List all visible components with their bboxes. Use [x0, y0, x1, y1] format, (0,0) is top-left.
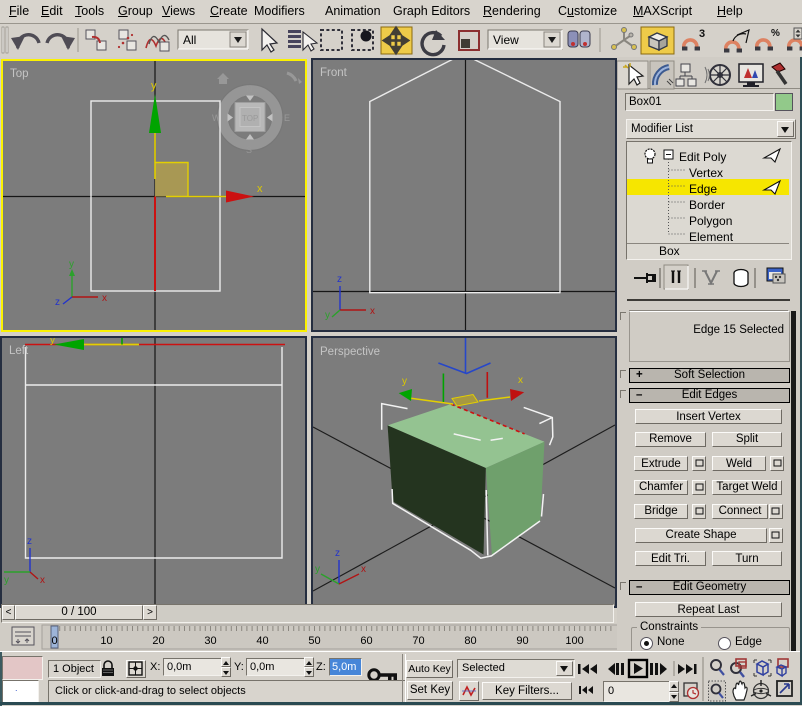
svg-text:S: S [246, 145, 252, 155]
svg-text:E: E [284, 113, 290, 123]
svg-text:0: 0 [52, 635, 58, 647]
svg-text:z: z [335, 548, 340, 559]
svg-text:100: 100 [565, 635, 583, 647]
svg-text:Front: Front [320, 67, 348, 79]
svg-text:y: y [4, 575, 9, 586]
svg-text:Edge: Edge [689, 182, 717, 196]
svg-text:y: y [69, 259, 74, 270]
svg-text:3: 3 [699, 28, 705, 40]
svg-text:All: All [183, 33, 196, 47]
svg-text:y: y [50, 338, 55, 346]
svg-text:Perspective: Perspective [320, 346, 380, 358]
svg-text:y: y [325, 310, 330, 321]
svg-text:y: y [315, 564, 320, 575]
svg-text:Edit Poly: Edit Poly [679, 150, 726, 164]
svg-text:20: 20 [152, 635, 164, 647]
svg-text:y: y [402, 376, 407, 387]
svg-text:30: 30 [204, 635, 216, 647]
svg-text:y: y [151, 80, 157, 92]
svg-text:Element: Element [689, 230, 734, 244]
svg-text:x: x [40, 575, 45, 586]
svg-text:x: x [518, 375, 523, 386]
svg-text:N: N [246, 84, 253, 94]
svg-text:x: x [370, 306, 375, 317]
svg-text:90: 90 [516, 635, 528, 647]
svg-text:Box: Box [659, 244, 680, 257]
svg-text:TOP: TOP [242, 114, 258, 123]
svg-text:Polygon: Polygon [689, 214, 732, 228]
svg-text:Vertex: Vertex [689, 166, 723, 180]
svg-text:40: 40 [256, 635, 268, 647]
svg-text:x: x [257, 183, 263, 195]
svg-text:Border: Border [689, 198, 725, 212]
svg-text:50: 50 [308, 635, 320, 647]
svg-text:z: z [337, 274, 342, 285]
svg-text:60: 60 [360, 635, 372, 647]
svg-text:10: 10 [100, 635, 112, 647]
svg-text:View: View [493, 33, 519, 47]
svg-text:%: % [771, 28, 780, 39]
svg-text:x: x [361, 564, 366, 575]
svg-text:x: x [102, 293, 107, 304]
svg-text:z: z [27, 536, 32, 547]
svg-text:Left: Left [9, 345, 29, 357]
svg-text:70: 70 [412, 635, 424, 647]
svg-text:Top: Top [10, 68, 29, 80]
svg-text:z: z [55, 297, 60, 308]
svg-text:80: 80 [464, 635, 476, 647]
